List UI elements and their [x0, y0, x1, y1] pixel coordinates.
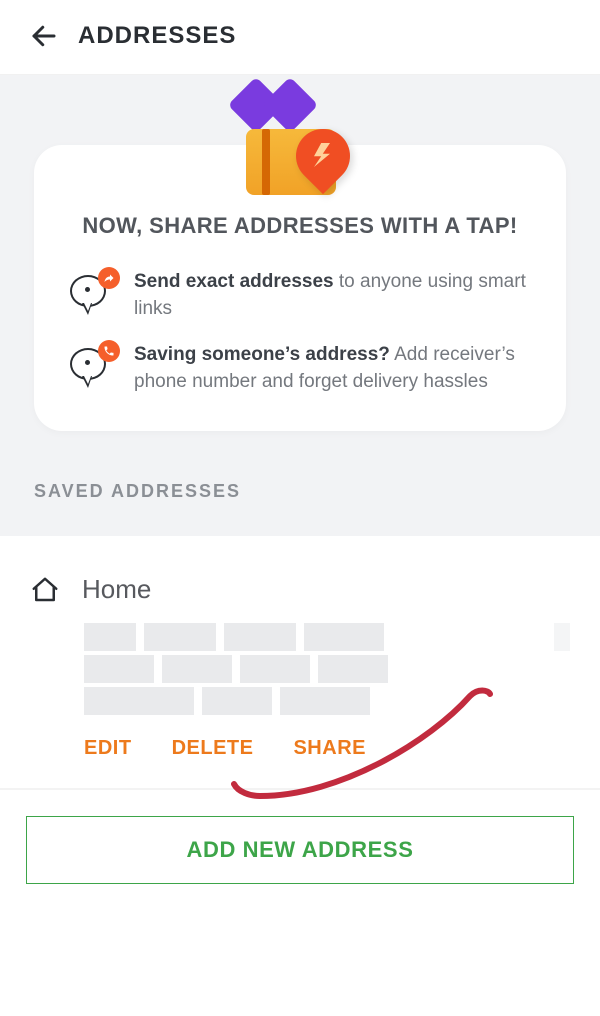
home-icon — [30, 575, 60, 605]
address-lines-redacted — [84, 619, 570, 719]
saved-addresses-label: SAVED ADDRESSES — [0, 481, 600, 536]
promo-feature: Send exact addresses to anyone using sma… — [70, 269, 530, 322]
add-address-section: ADD NEW ADDRESS — [0, 790, 600, 910]
promo-feature-text: Send exact addresses to anyone using sma… — [134, 269, 530, 322]
arrow-left-icon — [29, 21, 59, 51]
add-new-address-button[interactable]: ADD NEW ADDRESS — [26, 816, 574, 884]
address-card: Home EDIT DELETE SHARE — [0, 536, 600, 790]
promo-feature-bold: Saving someone’s address? — [134, 344, 390, 365]
back-button[interactable] — [24, 16, 64, 56]
phone-bubble-icon — [70, 342, 114, 386]
promo-feature-bold: Send exact addresses — [134, 271, 334, 292]
promo-feature: Saving someone’s address? Add receiver’s… — [70, 342, 530, 395]
header-bar: ADDRESSES — [0, 0, 600, 75]
edit-button[interactable]: EDIT — [84, 737, 132, 760]
promo-feature-text: Saving someone’s address? Add receiver’s… — [134, 342, 530, 395]
address-actions: EDIT DELETE SHARE — [84, 737, 570, 760]
delete-button[interactable]: DELETE — [172, 737, 254, 760]
address-name: Home — [82, 574, 151, 605]
promo-section: NOW, SHARE ADDRESSES WITH A TAP! Send ex… — [0, 75, 600, 481]
share-bubble-icon — [70, 269, 114, 313]
promo-card: NOW, SHARE ADDRESSES WITH A TAP! Send ex… — [34, 145, 566, 431]
page-title: ADDRESSES — [78, 22, 236, 50]
promo-title: NOW, SHARE ADDRESSES WITH A TAP! — [70, 213, 530, 239]
share-button[interactable]: SHARE — [293, 737, 366, 760]
gift-illustration — [240, 85, 360, 195]
